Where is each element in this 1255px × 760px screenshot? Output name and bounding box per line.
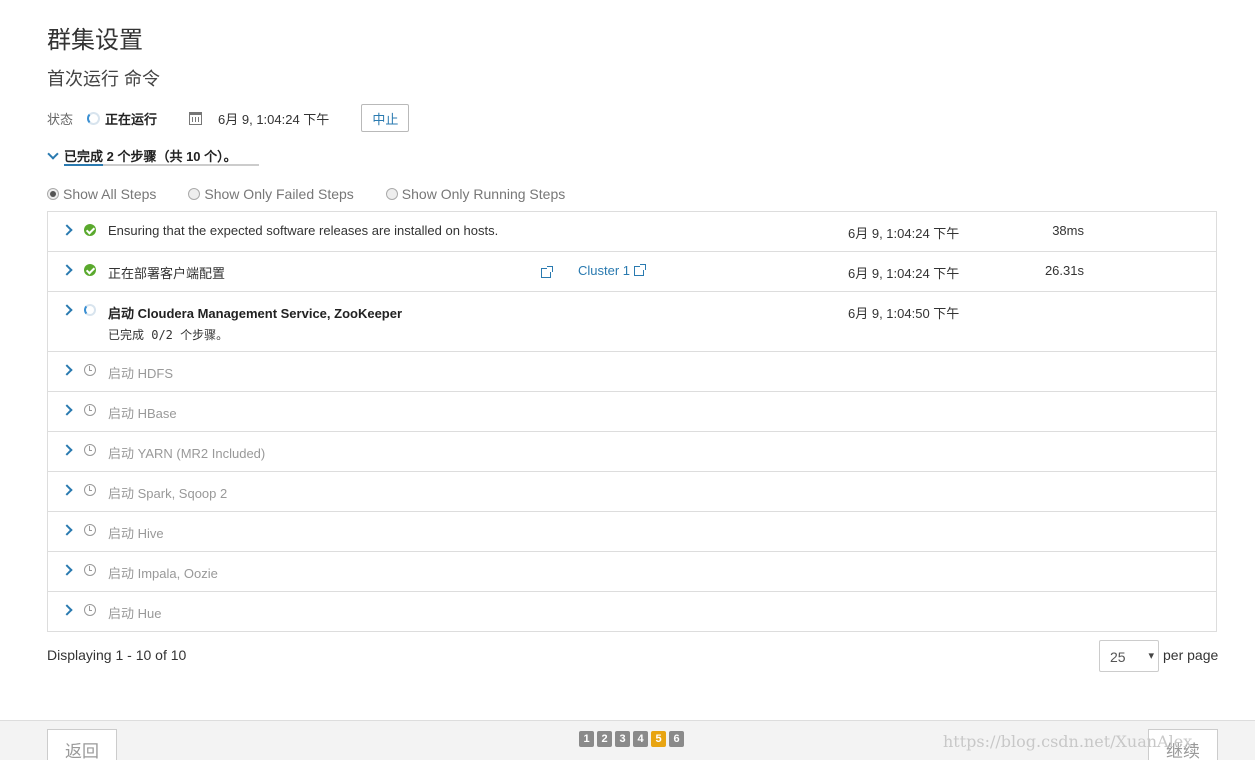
page-title: 群集设置 — [47, 27, 143, 54]
step-time: 6月 9, 1:04:24 下午 — [848, 266, 960, 281]
progress-text: 已完成 2 个步骤（共 10 个）。 — [64, 149, 237, 164]
spinner-icon — [84, 304, 96, 316]
status-row: 状态 正在运行 6月 9, 1:04:24 下午 中止 — [47, 104, 410, 132]
wizard-step[interactable]: 4 — [633, 731, 648, 747]
per-page-label: per page — [1163, 647, 1219, 663]
clock-icon — [84, 444, 96, 456]
status-label: 状态 — [47, 111, 74, 127]
chevron-right-icon[interactable] — [61, 484, 73, 496]
wizard-step[interactable]: 5 — [651, 731, 666, 747]
wizard-steps: 123456 — [579, 731, 687, 747]
clock-icon — [84, 524, 96, 536]
clock-icon — [84, 404, 96, 416]
back-button[interactable]: 返回 — [47, 729, 117, 760]
check-circle-icon — [84, 264, 96, 276]
chevron-right-icon[interactable] — [61, 564, 73, 576]
step-name: 正在部署客户端配置 — [108, 266, 226, 281]
abort-button[interactable]: 中止 — [361, 104, 410, 132]
calendar-icon — [189, 111, 203, 125]
chevron-right-icon[interactable] — [61, 264, 73, 276]
step-name: 启动 HDFS — [108, 366, 174, 381]
spinner-icon — [87, 111, 101, 125]
step-row: 启动 Hue — [48, 592, 1216, 632]
chevron-right-icon[interactable] — [61, 404, 73, 416]
radio-button[interactable] — [47, 188, 59, 200]
step-name: 启动 Hive — [108, 526, 164, 541]
steps-table: Ensuring that the expected software rele… — [47, 211, 1217, 632]
cluster-link-label: Cluster 1 — [578, 263, 631, 278]
per-page-value: 25 — [1110, 649, 1126, 665]
radio-button[interactable] — [188, 188, 201, 200]
step-name: 启动 Hue — [108, 606, 162, 621]
step-filter: Show All Steps Show Only Failed Steps Show… — [47, 186, 597, 202]
page-subtitle: 首次运行 命令 — [47, 69, 161, 89]
progress-toggle[interactable]: 已完成 2 个步骤（共 10 个）。 — [47, 146, 259, 166]
step-row: 启动 HDFS — [48, 352, 1216, 392]
display-count: Displaying 1 - 10 of 10 — [47, 647, 187, 663]
step-row: 正在部署客户端配置 Cluster 1 6月 9, 1:04:24 下午 26.31s — [48, 252, 1216, 292]
chevron-right-icon[interactable] — [61, 444, 73, 456]
step-row: 启动 YARN (MR2 Included) — [48, 432, 1216, 472]
external-link-icon — [634, 264, 647, 276]
watermark: https://blog.csdn.net/XuanAlex — [943, 732, 1193, 751]
step-row: 启动 Cloudera Management Service, ZooKeepe… — [48, 292, 1216, 352]
clock-icon — [84, 604, 96, 616]
progress-bar-fill — [64, 164, 103, 166]
wizard-step[interactable]: 1 — [579, 731, 594, 747]
step-name: Ensuring that the expected software rele… — [108, 223, 499, 238]
filter-label: Show Only Failed Steps — [204, 186, 354, 202]
clock-icon — [84, 364, 96, 376]
filter-label: Show All Steps — [63, 186, 157, 202]
chevron-right-icon[interactable] — [61, 604, 73, 616]
chevron-right-icon[interactable] — [61, 224, 73, 236]
step-name: 启动 YARN (MR2 Included) — [108, 446, 266, 461]
footer: 返回 123456 继续 https://blog.csdn.net/XuanA… — [0, 720, 1255, 760]
check-circle-icon — [84, 224, 96, 236]
chevron-down-icon — [47, 147, 59, 160]
step-name: 启动 Impala, Oozie — [108, 566, 218, 581]
filter-option[interactable]: Show All Steps — [47, 186, 156, 202]
step-row: Ensuring that the expected software rele… — [48, 212, 1216, 252]
cluster-link[interactable]: Cluster 1 — [578, 263, 647, 278]
chevron-right-icon[interactable] — [61, 364, 73, 376]
chevron-right-icon[interactable] — [61, 304, 73, 316]
filter-option[interactable]: Show Only Running Steps — [385, 186, 566, 202]
clock-icon — [84, 484, 96, 496]
step-row: 启动 Spark, Sqoop 2 — [48, 472, 1216, 512]
start-date: 6月 9, 1:04:24 下午 — [218, 111, 330, 127]
step-name: 启动 Cloudera Management Service, ZooKeepe… — [108, 306, 403, 321]
status-value: 正在运行 — [105, 111, 158, 127]
radio-button[interactable] — [385, 188, 398, 200]
step-substatus: 已完成 0/2 个步骤。 — [108, 328, 229, 342]
step-name: 启动 Spark, Sqoop 2 — [108, 486, 228, 501]
step-row: 启动 HBase — [48, 392, 1216, 432]
progress-bar — [64, 164, 259, 166]
step-duration: 38ms — [1052, 223, 1084, 238]
step-time: 6月 9, 1:04:24 下午 — [848, 226, 960, 241]
filter-option[interactable]: Show Only Failed Steps — [188, 186, 354, 202]
wizard-step[interactable]: 3 — [615, 731, 630, 747]
external-link-button[interactable] — [541, 265, 553, 280]
external-link-icon — [541, 266, 553, 278]
step-row: 启动 Hive — [48, 512, 1216, 552]
step-row: 启动 Impala, Oozie — [48, 552, 1216, 592]
step-duration: 26.31s — [1044, 263, 1084, 278]
filter-label: Show Only Running Steps — [401, 186, 566, 202]
per-page-select[interactable]: 25 — [1099, 640, 1159, 672]
step-time: 6月 9, 1:04:50 下午 — [848, 306, 960, 321]
wizard-step[interactable]: 6 — [669, 731, 684, 747]
clock-icon — [84, 564, 96, 576]
wizard-step[interactable]: 2 — [597, 731, 612, 747]
chevron-right-icon[interactable] — [61, 524, 73, 536]
step-name: 启动 HBase — [108, 406, 177, 421]
